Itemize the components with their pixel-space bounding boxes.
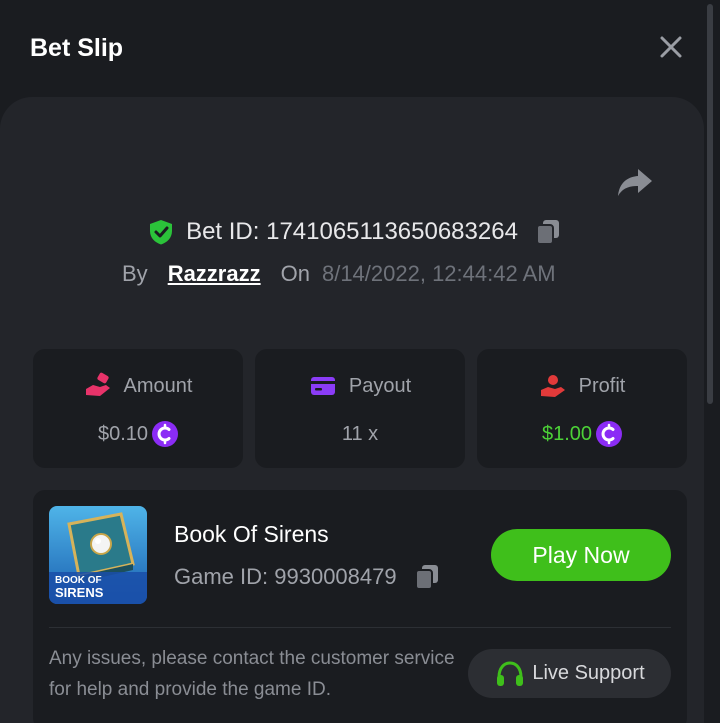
game-id: Game ID: 9930008479 xyxy=(174,564,397,589)
profit-value: $1.00 xyxy=(541,422,593,445)
coin-icon xyxy=(596,421,623,447)
bet-id: Bet ID: 1741065113650683264 xyxy=(186,218,518,245)
share-icon xyxy=(618,169,652,196)
bet-datetime: 8/14/2022, 12:44:42 AM xyxy=(321,261,556,286)
amount-header: Amount xyxy=(33,371,243,401)
header: Bet Slip xyxy=(0,0,720,96)
bet-meta-row: By Razzrazz On 8/14/2022, 12:44:42 AM xyxy=(122,258,556,290)
amount-value: $0.10 xyxy=(97,422,149,445)
scrollbar-thumb[interactable] xyxy=(707,4,713,404)
username-link[interactable]: Razzrazz xyxy=(168,261,261,287)
close-icon xyxy=(660,36,682,58)
payout-label: Payout xyxy=(348,374,412,397)
game-title: Book Of Sirens xyxy=(174,521,329,547)
hand-heart-icon xyxy=(540,375,565,397)
divider xyxy=(49,627,671,628)
play-now-button[interactable]: Play Now xyxy=(491,529,671,581)
coin-icon xyxy=(152,421,179,447)
game-id-row: Game ID: 9930008479 xyxy=(174,561,441,593)
bet-slip-page: Bet Slip Bet ID: 1741065113650683264 By … xyxy=(0,0,720,723)
payout-value: 11 x xyxy=(341,422,379,445)
payout-header: Payout xyxy=(255,371,465,401)
by-label: By xyxy=(122,261,148,286)
live-support-label: Live Support xyxy=(532,662,645,684)
on-label: On xyxy=(280,261,310,286)
thumb-text-line-2: SIRENS xyxy=(55,585,104,600)
page-title: Bet Slip xyxy=(30,34,124,62)
book-of-sirens-thumbnail-art: BOOK OF SIRENS xyxy=(49,506,147,604)
amount-card: Amount $0.10 xyxy=(33,349,243,468)
help-text: Any issues, please contact the customer … xyxy=(49,648,455,700)
copy-icon[interactable] xyxy=(413,563,441,591)
amount-value-row: $0.10 xyxy=(33,419,243,449)
payout-value-row: 11 x xyxy=(255,419,465,449)
shield-check-icon xyxy=(150,220,173,245)
bet-id-row: Bet ID: 1741065113650683264 xyxy=(0,214,704,250)
hand-coin-icon xyxy=(85,372,110,396)
profit-header: Profit xyxy=(477,371,687,401)
amount-label: Amount xyxy=(123,374,193,397)
game-thumbnail[interactable]: BOOK OF SIRENS xyxy=(49,506,147,604)
close-button[interactable] xyxy=(654,30,688,64)
headset-icon xyxy=(497,660,524,686)
live-support-button[interactable]: Live Support xyxy=(468,649,671,698)
profit-value-row: $1.00 xyxy=(477,419,687,449)
profit-label: Profit xyxy=(578,374,626,397)
card-icon xyxy=(310,377,335,395)
payout-card: Payout 11 x xyxy=(255,349,465,468)
share-button[interactable] xyxy=(616,165,654,199)
profit-card: Profit $1.00 xyxy=(477,349,687,468)
copy-icon[interactable] xyxy=(534,218,562,246)
